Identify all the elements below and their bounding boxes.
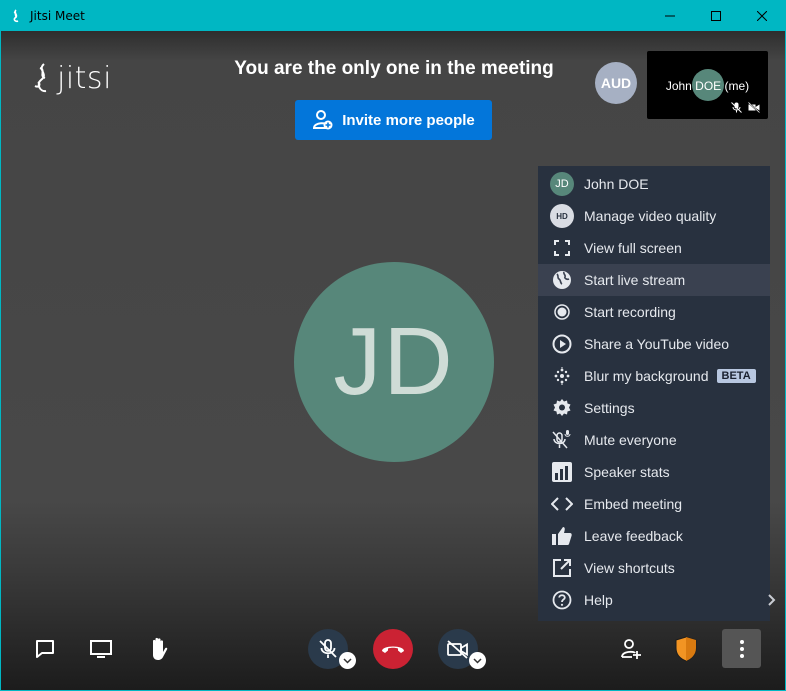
chat-button[interactable] bbox=[31, 635, 59, 663]
maximize-icon bbox=[711, 11, 721, 21]
menu-item-label: Embed meeting bbox=[584, 496, 683, 512]
add-participant-icon bbox=[621, 639, 641, 659]
menu-item-live-stream[interactable]: Start live stream bbox=[538, 264, 770, 296]
self-display-name: John DOE (me) bbox=[665, 79, 750, 93]
external-link-icon bbox=[550, 556, 574, 580]
menu-item-label: View shortcuts bbox=[584, 560, 675, 576]
minimize-button[interactable] bbox=[647, 1, 693, 31]
avatar-icon: JD bbox=[550, 172, 574, 196]
menu-item-video-quality[interactable]: HD Manage video quality bbox=[538, 200, 770, 232]
security-options-button[interactable] bbox=[672, 633, 700, 665]
menu-item-youtube[interactable]: Share a YouTube video bbox=[538, 328, 770, 360]
microphone-muted-icon bbox=[319, 639, 337, 658]
menu-item-label: John DOE bbox=[584, 176, 649, 192]
meeting-notice: You are the only one in the meeting bbox=[234, 58, 554, 79]
jitsi-app-icon bbox=[8, 8, 24, 24]
stats-icon bbox=[550, 460, 574, 484]
overflow-menu: JD John DOE HD Manage video quality View… bbox=[538, 166, 770, 621]
maximize-button[interactable] bbox=[693, 1, 739, 31]
camera-off-icon bbox=[447, 640, 468, 659]
beta-badge: BETA bbox=[716, 369, 756, 383]
menu-item-label: Blur my background bbox=[584, 368, 709, 384]
menu-item-label: Leave feedback bbox=[584, 528, 683, 544]
menu-item-shortcuts[interactable]: View shortcuts bbox=[538, 552, 770, 584]
menu-item-blur-background[interactable]: Blur my background BETA bbox=[538, 360, 770, 392]
menu-item-label: Share a YouTube video bbox=[584, 336, 730, 352]
mic-muted-icon bbox=[731, 102, 742, 113]
self-view-thumbnail[interactable]: John DOE (me) bbox=[647, 51, 768, 119]
menu-item-label: Start live stream bbox=[584, 272, 686, 288]
menu-item-label: Speaker stats bbox=[584, 464, 670, 480]
video-settings-toggle[interactable] bbox=[469, 652, 486, 669]
menu-item-label: Mute everyone bbox=[584, 432, 677, 448]
hd-badge: HD bbox=[550, 204, 574, 228]
hangup-icon bbox=[382, 646, 404, 653]
thumbs-up-icon bbox=[550, 524, 574, 548]
play-icon bbox=[550, 332, 574, 356]
raise-hand-button[interactable] bbox=[144, 634, 174, 664]
add-person-icon bbox=[313, 110, 333, 130]
hd-icon: HD bbox=[550, 204, 574, 228]
menu-item-mute-everyone[interactable]: Mute everyone bbox=[538, 424, 770, 456]
window-controls bbox=[647, 1, 785, 31]
chevron-right-icon bbox=[768, 594, 776, 606]
menu-item-label: Start recording bbox=[584, 304, 676, 320]
remote-participant-avatar[interactable]: AUD bbox=[595, 62, 637, 104]
mute-everyone-icon bbox=[550, 428, 574, 452]
close-icon bbox=[757, 11, 767, 21]
jitsi-logo: jitsi bbox=[31, 61, 112, 96]
invite-button-label: Invite more people bbox=[342, 111, 475, 129]
menu-item-label: Help bbox=[584, 592, 613, 608]
hangup-button[interactable] bbox=[373, 629, 413, 669]
security-shield-icon bbox=[675, 636, 697, 662]
minimize-icon bbox=[665, 15, 675, 17]
chevron-down-icon bbox=[343, 657, 352, 664]
menu-item-profile[interactable]: JD John DOE bbox=[538, 168, 770, 200]
more-options-icon bbox=[739, 639, 744, 658]
logo-text: jitsi bbox=[57, 61, 112, 96]
thumbnail-status-icons bbox=[731, 102, 760, 113]
chat-icon bbox=[36, 640, 54, 658]
gear-icon bbox=[550, 396, 574, 420]
menu-item-settings[interactable]: Settings bbox=[538, 392, 770, 424]
code-icon bbox=[550, 492, 574, 516]
jitsi-logo-icon bbox=[34, 62, 47, 92]
menu-item-label: View full screen bbox=[584, 240, 682, 256]
help-icon bbox=[550, 588, 574, 612]
raise-hand-icon bbox=[153, 637, 168, 660]
window-title: Jitsi Meet bbox=[30, 9, 85, 23]
screen-share-button[interactable] bbox=[87, 635, 115, 663]
menu-item-recording[interactable]: Start recording bbox=[538, 296, 770, 328]
screen-share-icon bbox=[90, 640, 112, 658]
menu-item-label: Manage video quality bbox=[584, 208, 717, 224]
fullscreen-icon bbox=[550, 236, 574, 260]
invite-participant-button[interactable] bbox=[617, 635, 645, 663]
menu-item-embed[interactable]: Embed meeting bbox=[538, 488, 770, 520]
mini-avatar: JD bbox=[550, 172, 574, 196]
close-button[interactable] bbox=[739, 1, 785, 31]
app-window: Jitsi Meet jitsi You are the only one in… bbox=[0, 0, 786, 691]
camera-off-small-icon bbox=[748, 102, 760, 113]
main-participant-avatar: JD bbox=[294, 262, 494, 462]
globe-icon bbox=[550, 268, 574, 292]
blur-icon bbox=[550, 364, 574, 388]
meeting-stage: jitsi You are the only one in the meetin… bbox=[1, 31, 785, 690]
record-icon bbox=[550, 300, 574, 324]
menu-item-speaker-stats[interactable]: Speaker stats bbox=[538, 456, 770, 488]
menu-item-help[interactable]: Help bbox=[538, 584, 770, 616]
invite-more-people-button[interactable]: Invite more people bbox=[295, 100, 492, 140]
title-bar: Jitsi Meet bbox=[1, 1, 785, 31]
menu-item-feedback[interactable]: Leave feedback bbox=[538, 520, 770, 552]
more-options-button[interactable] bbox=[722, 629, 761, 668]
menu-item-full-screen[interactable]: View full screen bbox=[538, 232, 770, 264]
chevron-down-icon bbox=[473, 657, 482, 664]
audio-settings-toggle[interactable] bbox=[339, 652, 356, 669]
menu-item-label: Settings bbox=[584, 400, 635, 416]
